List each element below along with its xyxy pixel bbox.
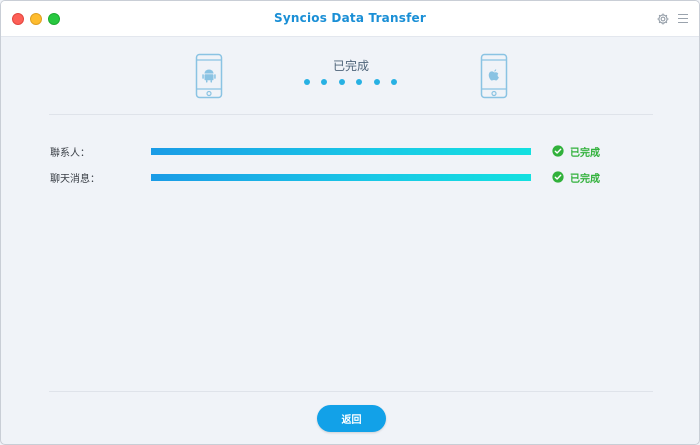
progress-dot [338,79,345,85]
row-status: 已完成 [570,148,600,159]
app-window: Syncios Data Transfer 已完成 聯系人： 已完成 聊天消息：… [0,0,700,445]
progress-dot [391,79,397,85]
transfer-status-text: 已完成 [332,59,369,73]
transfer-row: 聯系人： 已完成 [1,143,699,161]
progress-dot [356,79,363,85]
row-status: 已完成 [570,174,600,185]
android-phone-icon [195,53,223,99]
progress-dot [373,79,380,85]
check-circle-icon [552,145,564,157]
row-label: 聊天消息： [50,174,100,185]
footer-divider [49,391,653,392]
back-button[interactable]: 返回 [317,405,386,432]
transfer-row: 聊天消息： 已完成 [1,169,699,187]
title-bar: Syncios Data Transfer [1,1,699,37]
header-divider [49,114,653,115]
row-label: 聯系人： [50,148,90,159]
window-title: Syncios Data Transfer [274,11,426,25]
progress-bar [151,148,531,155]
progress-dot [321,79,328,85]
gear-icon[interactable] [656,12,670,26]
progress-bar-fill [151,148,531,155]
progress-bar-fill [151,174,531,181]
apple-phone-icon [480,53,508,99]
progress-dot [304,79,310,85]
hamburger-menu-icon[interactable] [678,14,688,24]
progress-bar [151,174,531,181]
check-circle-icon [552,171,564,183]
